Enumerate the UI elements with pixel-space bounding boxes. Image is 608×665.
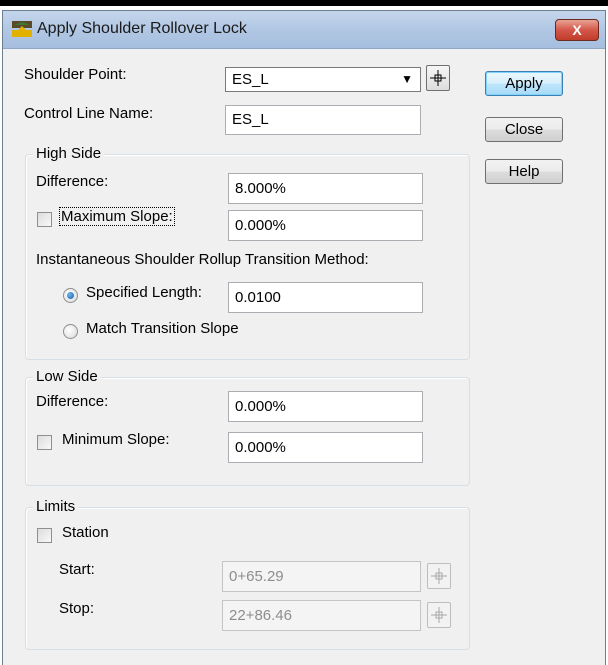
high-side-difference-label: Difference:: [36, 173, 109, 190]
control-line-input[interactable]: ES_L: [225, 105, 421, 135]
match-transition-slope-label: Match Transition Slope: [86, 320, 239, 337]
stop-pick-button[interactable]: [427, 602, 451, 628]
shoulder-point-pick-button[interactable]: [426, 65, 450, 91]
dialog-window: Apply Shoulder Rollover Lock X Shoulder …: [2, 10, 606, 665]
window-close-button[interactable]: X: [555, 19, 599, 41]
start-station-input[interactable]: 0+65.29: [222, 561, 421, 592]
control-line-label: Control Line Name:: [24, 105, 154, 122]
minimum-slope-label: Minimum Slope:: [62, 431, 170, 448]
chevron-down-icon: ▼: [401, 72, 413, 86]
transition-method-label: Instantaneous Shoulder Rollup Transition…: [36, 251, 369, 268]
station-checkbox[interactable]: [37, 528, 52, 543]
minimum-slope-input[interactable]: 0.000%: [228, 432, 423, 463]
title-bar[interactable]: Apply Shoulder Rollover Lock X: [3, 11, 605, 49]
low-side-title: Low Side: [33, 368, 101, 385]
window-title: Apply Shoulder Rollover Lock: [37, 20, 247, 37]
low-side-difference-label: Difference:: [36, 393, 109, 410]
shoulder-point-value: ES_L: [232, 71, 269, 88]
specified-length-radio[interactable]: [63, 288, 78, 303]
minimum-slope-checkbox[interactable]: [37, 435, 52, 450]
low-side-difference-input[interactable]: 0.000%: [228, 391, 423, 422]
specified-length-label: Specified Length:: [86, 284, 202, 301]
crosshair-pick-icon: [430, 70, 446, 86]
dialog-client-area: Shoulder Point: ES_L ▼ Control Line Name…: [3, 50, 605, 665]
station-label: Station: [62, 524, 109, 541]
start-pick-button[interactable]: [427, 563, 451, 589]
road-cross-section-icon: [12, 21, 32, 37]
high-side-title: High Side: [33, 145, 105, 162]
maximum-slope-label: Maximum Slope:: [59, 207, 175, 226]
specified-length-input[interactable]: 0.0100: [228, 282, 423, 313]
crosshair-pick-icon: [431, 607, 447, 623]
maximum-slope-checkbox[interactable]: [37, 212, 52, 227]
maximum-slope-input[interactable]: 0.000%: [228, 210, 423, 241]
crosshair-pick-icon: [431, 568, 447, 584]
help-button[interactable]: Help: [485, 159, 563, 184]
high-side-difference-input[interactable]: 8.000%: [228, 173, 423, 204]
close-button[interactable]: Close: [485, 117, 563, 142]
shoulder-point-dropdown[interactable]: ES_L ▼: [225, 67, 421, 92]
screen-edge-bar: [0, 0, 608, 6]
match-transition-slope-radio[interactable]: [63, 324, 78, 339]
stop-label: Stop:: [59, 600, 95, 617]
close-icon: X: [572, 22, 582, 38]
shoulder-point-label: Shoulder Point:: [24, 66, 127, 83]
stop-station-input[interactable]: 22+86.46: [222, 600, 421, 631]
apply-button[interactable]: Apply: [485, 71, 563, 96]
start-label: Start:: [59, 561, 95, 578]
limits-title: Limits: [33, 498, 79, 515]
